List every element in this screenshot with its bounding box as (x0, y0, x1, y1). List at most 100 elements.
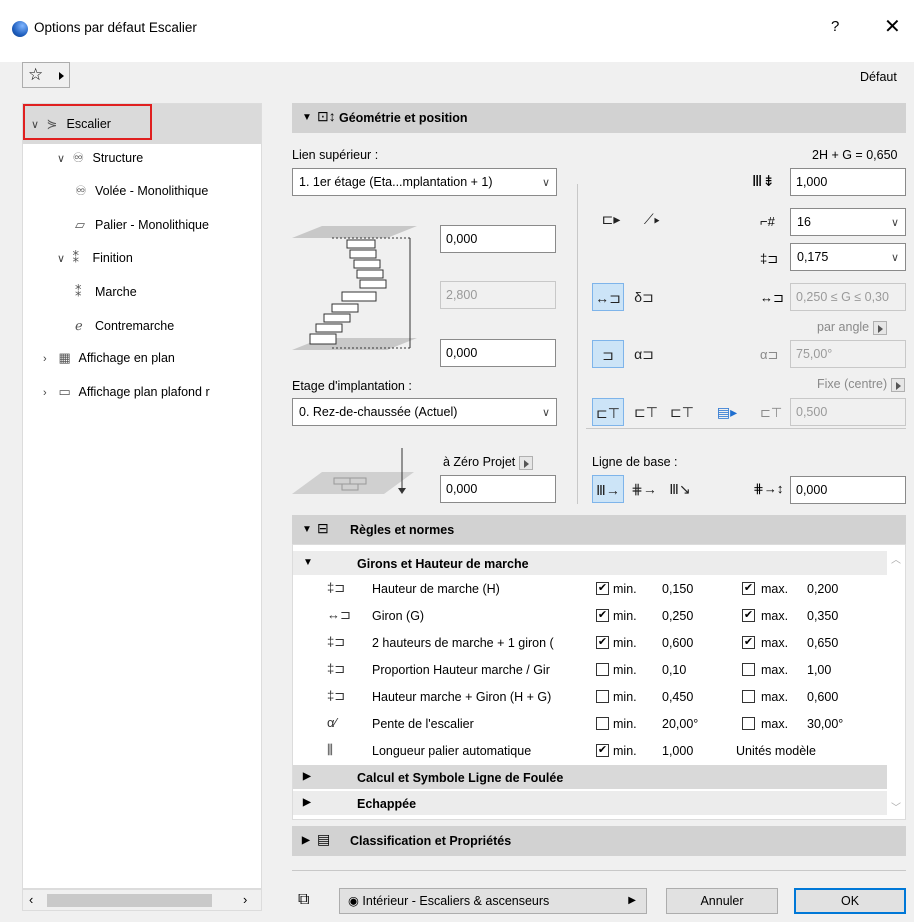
min-checkbox[interactable]: ✔ (596, 609, 609, 622)
run-width-input[interactable]: 1,000 (790, 168, 906, 196)
min-checkbox[interactable] (596, 663, 609, 676)
max-checkbox[interactable] (742, 663, 755, 676)
par-angle-label[interactable]: par angle (817, 320, 887, 335)
zero-projet-label[interactable]: à Zéro Projet (443, 455, 533, 470)
tree-item-escalier[interactable]: ∨ ⋟ Escalier (31, 116, 111, 132)
tree-item-affichage-plafond[interactable]: › ▭ Affichage plan plafond r (43, 384, 259, 400)
landing-length-icon: ⫼ (327, 742, 333, 757)
tread-mode-button[interactable]: ↔⊐ (592, 283, 624, 311)
ligne-base-label: Ligne de base : (592, 455, 678, 469)
min-checkbox[interactable]: ✔ (596, 582, 609, 595)
anchor-right-icon: ⊏⊤ (670, 404, 694, 420)
baseline-offset-input[interactable]: 0,000 (790, 476, 906, 504)
tread-alt-button[interactable]: δ⊐ (628, 283, 660, 311)
close-button[interactable]: ✕ (884, 14, 901, 39)
group-ligne-foulee-header[interactable]: ▶ Calcul et Symbole Ligne de Foulée (293, 765, 888, 789)
tread-range-input[interactable]: 0,250 ≤ G ≤ 0,30 (790, 283, 906, 311)
finish-icon: ⁑ (72, 250, 79, 265)
min-checkbox[interactable] (596, 690, 609, 703)
stair-type-button[interactable]: ⊏▸ (590, 205, 632, 233)
menu-arrow-icon[interactable] (872, 320, 887, 335)
formula-label: 2H + G = 0,650 (812, 148, 898, 162)
tree-item-structure[interactable]: ∨ ♾ Structure (57, 150, 143, 166)
flight-icon: ♾ (75, 183, 87, 198)
layer-select-button[interactable]: ◉ Intérieur - Escaliers & ascenseurs ▶ (339, 888, 647, 914)
slope-mode-button[interactable]: ⊐ (592, 340, 624, 368)
rules-icon: ⊟ (317, 520, 329, 536)
max-checkbox[interactable]: ✔ (742, 636, 755, 649)
anchor-left-button[interactable]: ⊏⊤ (592, 398, 624, 426)
chevron-down-icon: ∨ (541, 177, 550, 189)
menu-arrow-icon: ▶ (628, 895, 636, 906)
layer-icon: ⧉ (298, 891, 310, 908)
anchor-right-button[interactable]: ⊏⊤ (666, 398, 698, 426)
group-girons-header[interactable]: ▼ Girons et Hauteur de marche (293, 551, 888, 575)
min-checkbox[interactable]: ✔ (596, 744, 609, 757)
anchor-center-button[interactable]: ⊏⊤ (630, 398, 662, 426)
max-checkbox[interactable] (742, 690, 755, 703)
max-checkbox[interactable] (742, 717, 755, 730)
baseline-center-icon: ⋕→ (631, 481, 657, 497)
menu-arrow-icon[interactable] (518, 455, 533, 470)
classification-section-header[interactable]: ▶ ▤ Classification et Propriétés (292, 826, 906, 856)
tree-item-affichage-plan[interactable]: › ▦ Affichage en plan (43, 350, 175, 366)
top-offset-input[interactable]: 0,000 (440, 225, 556, 253)
zero-level-illustration (292, 448, 414, 494)
anchor-custom-button[interactable]: ▤▸ (708, 398, 746, 426)
structure-icon: ♾ (72, 150, 85, 165)
settings-tree: ∨ ⋟ Escalier ∨ ♾ Structure ♾ Volée - Monoli… (22, 103, 262, 889)
scroll-up-icon[interactable]: ︿ (891, 551, 901, 566)
riser-count-select[interactable]: 16 ∨ (790, 208, 906, 236)
expand-arrow-icon: ▶ (303, 771, 311, 782)
geometry-icon: ⊡↕ (317, 108, 336, 124)
height-input[interactable]: 2,800 (440, 281, 556, 309)
zero-projet-input[interactable]: 0,000 (440, 475, 556, 503)
tree-item-marche[interactable]: ⁑ Marche (75, 284, 137, 300)
tree-item-finition[interactable]: ∨ ⁑ Finition (57, 250, 133, 266)
max-checkbox[interactable]: ✔ (742, 609, 755, 622)
scrollbar-thumb[interactable] (47, 894, 212, 907)
sum-icon: ‡⊐ (327, 688, 346, 703)
scroll-left-icon[interactable]: ‹ (29, 892, 33, 907)
table-row: ⫼ Longueur palier automatique ✔ min. 1,000 Un… (327, 742, 816, 758)
tree-horizontal-scrollbar[interactable]: ‹ › (22, 889, 262, 911)
ratio-icon: ‡⊐ (327, 661, 346, 676)
baseline-left-button[interactable]: Ⅲ→ (592, 475, 624, 503)
baseline-center-button[interactable]: ⋕→ (628, 475, 660, 503)
stair-shape-button[interactable]: ⟋▸ (633, 205, 671, 233)
tree-item-palier[interactable]: ▱ Palier - Monolithique (75, 217, 209, 233)
cancel-button[interactable]: Annuler (666, 888, 778, 914)
angle-mode-button[interactable]: α⊐ (628, 340, 660, 368)
fixe-centre-label[interactable]: Fixe (centre) (817, 377, 905, 392)
help-button[interactable]: ? (831, 18, 839, 35)
tree-item-contremarche[interactable]: ℯ Contremarche (75, 318, 174, 334)
fixe-value-input[interactable]: 0,500 (790, 398, 906, 426)
scroll-right-icon[interactable]: › (243, 892, 247, 907)
classification-icon: ▤ (317, 831, 331, 847)
lien-superieur-select[interactable]: 1. 1er étage (Eta...mplantation + 1) ∨ (292, 168, 557, 196)
etage-select[interactable]: 0. Rez-de-chaussée (Actuel) ∨ (292, 398, 557, 426)
riser-height-icon: ‡⊐ (760, 251, 779, 266)
bottom-offset-input[interactable]: 0,000 (440, 339, 556, 367)
angle-input[interactable]: 75,00° (790, 340, 906, 368)
rules-section-header[interactable]: ▼ ⊟ Règles et normes (292, 515, 906, 545)
chevron-down-icon: ∨ (541, 407, 550, 419)
baseline-right-button[interactable]: Ⅲ↘ (664, 475, 696, 503)
archicad-logo-icon (12, 21, 28, 37)
ok-button[interactable]: OK (794, 888, 906, 914)
max-checkbox[interactable]: ✔ (742, 582, 755, 595)
favorites-button[interactable]: ☆ (22, 62, 70, 88)
scroll-down-icon[interactable]: ﹀ (891, 799, 901, 814)
geometry-section-header[interactable]: ▼ ⊡↕ Géométrie et position (292, 103, 906, 133)
group-echappee-header[interactable]: ▶ Echappée (293, 791, 888, 815)
riser-height-select[interactable]: 0,175 ∨ (790, 243, 906, 271)
min-checkbox[interactable]: ✔ (596, 636, 609, 649)
menu-arrow-icon[interactable] (890, 377, 905, 392)
angle-icon: α⊐ (634, 346, 654, 362)
tree-item-volee[interactable]: ♾ Volée - Monolithique (75, 183, 208, 199)
rules-vertical-scrollbar[interactable]: ︿ ﹀ (887, 545, 905, 819)
slope-icon: α⁄ (327, 715, 337, 730)
expand-arrow-icon: ▶ (303, 797, 311, 808)
star-icon: ☆ (28, 65, 44, 84)
min-checkbox[interactable] (596, 717, 609, 730)
